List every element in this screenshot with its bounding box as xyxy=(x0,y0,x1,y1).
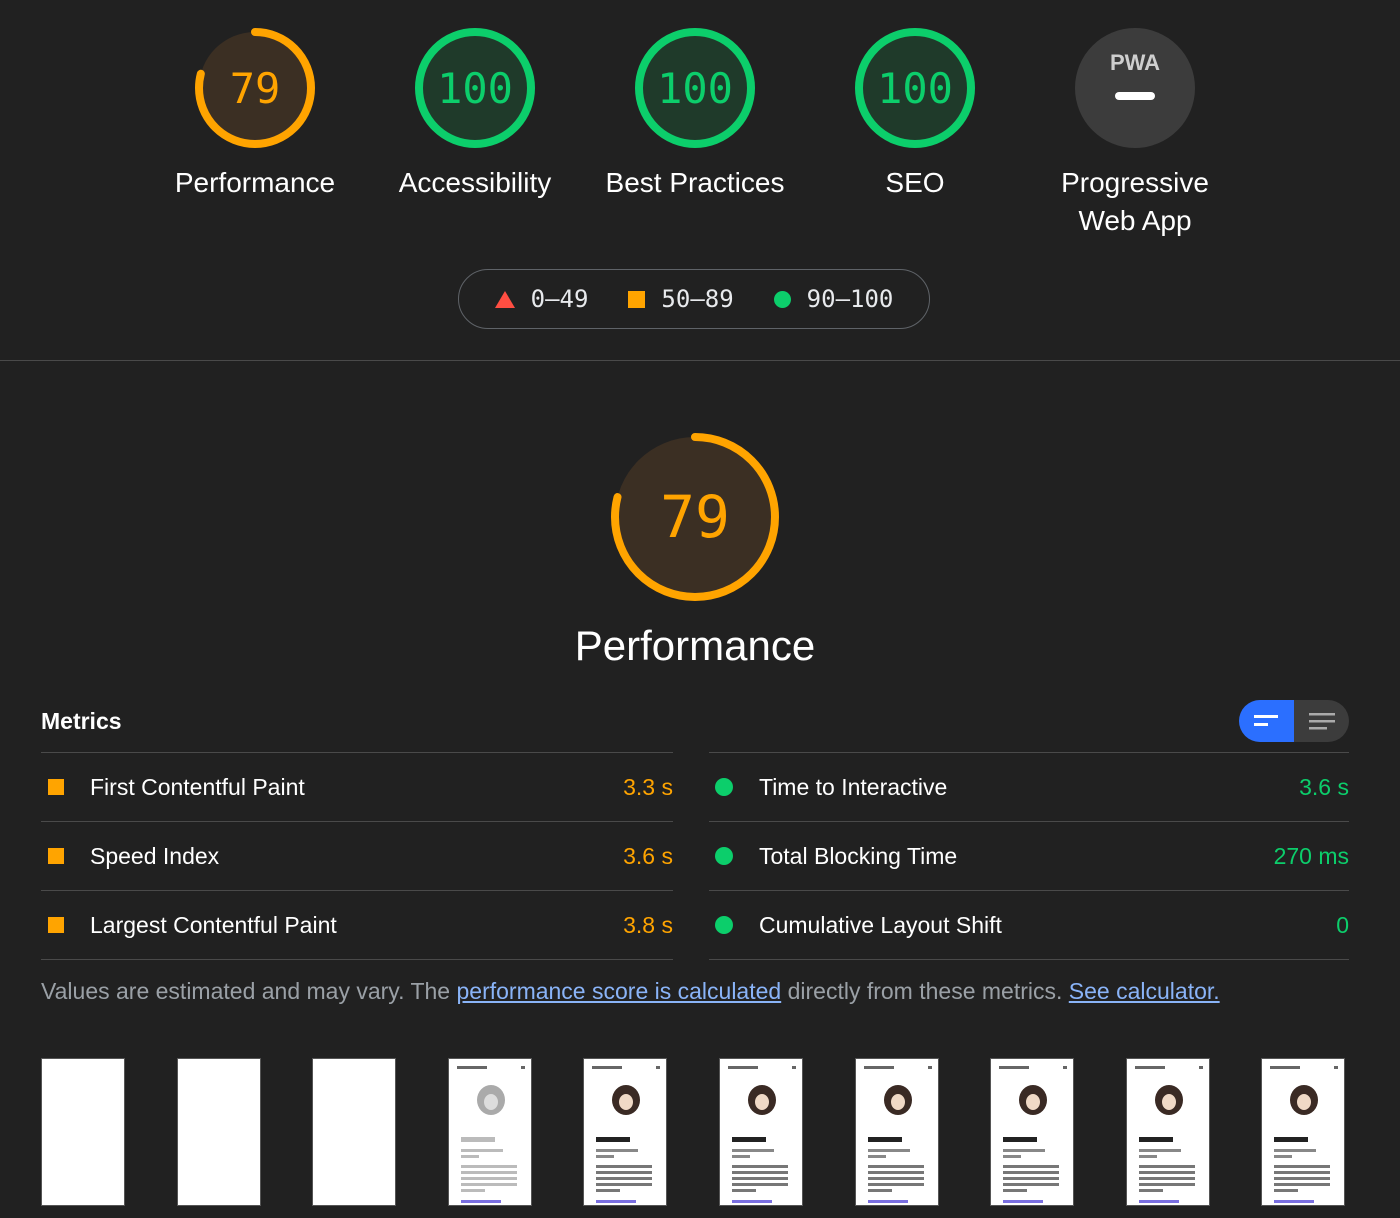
metric-name: Cumulative Layout Shift xyxy=(759,911,1002,938)
metric-name: Largest Contentful Paint xyxy=(90,911,337,938)
gauge-performance-label: Performance xyxy=(174,167,336,198)
metric-value: 3.8 s xyxy=(623,911,673,938)
metric-name: Time to Interactive xyxy=(759,773,948,800)
gauge-seo-label: SEO xyxy=(885,167,945,198)
expanded-view-button[interactable] xyxy=(1294,700,1349,742)
metric-value: 3.6 s xyxy=(1299,773,1349,800)
gauge-best-practices-label: Best Practices xyxy=(605,167,785,198)
svg-text:PWA: PWA xyxy=(1110,50,1160,75)
metrics-header: Metrics xyxy=(41,708,122,734)
gauge-seo[interactable]: 100 SEO xyxy=(795,26,1035,202)
metric-cumulative-layout-shift: Cumulative Layout Shift 0 xyxy=(709,890,1349,960)
average-square-icon xyxy=(48,779,64,795)
legend-pass-range: 90–100 xyxy=(806,285,894,313)
gauge-accessibility-label: Accessibility xyxy=(398,167,552,198)
avatar xyxy=(612,1085,640,1115)
legend-fail: 0–49 xyxy=(494,285,589,313)
average-square-icon xyxy=(48,917,64,933)
gauge-accessibility-score: 100 xyxy=(437,63,513,113)
performance-score: 79 xyxy=(660,483,730,551)
metric-time-to-interactive: Time to Interactive 3.6 s xyxy=(709,752,1349,821)
metric-total-blocking-time: Total Blocking Time 270 ms xyxy=(709,821,1349,890)
gauge-seo-score: 100 xyxy=(877,63,953,113)
avatar xyxy=(1019,1085,1047,1115)
pass-circle-icon xyxy=(715,778,733,796)
pwa-badge-icon: PWA xyxy=(1075,28,1195,148)
metric-speed-index: Speed Index 3.6 s xyxy=(41,821,673,890)
gauge-performance[interactable]: 79 Performance xyxy=(135,26,375,202)
metrics-view-toggle[interactable] xyxy=(1239,700,1349,742)
gauge-pwa[interactable]: PWA Progressive Web App xyxy=(1015,26,1255,240)
gauge-best-practices[interactable]: 100 Best Practices xyxy=(575,26,815,202)
metrics-note: Values are estimated and may vary. The p… xyxy=(41,978,1220,1005)
filmstrip-frame xyxy=(583,1058,667,1206)
avatar xyxy=(1155,1085,1183,1115)
performance-gauge: 79 xyxy=(600,430,790,620)
pass-circle-icon xyxy=(715,847,733,865)
compact-view-button[interactable] xyxy=(1239,700,1294,742)
filmstrip-frame xyxy=(990,1058,1074,1206)
filmstrip-frame xyxy=(855,1058,939,1206)
section-divider xyxy=(0,360,1400,361)
score-legend: 0–49 50–89 90–100 xyxy=(458,269,930,329)
filmstrip-frame xyxy=(1261,1058,1345,1206)
filmstrip-frame xyxy=(41,1058,125,1206)
circle-icon xyxy=(773,290,791,308)
filmstrip-frame xyxy=(719,1058,803,1206)
metric-first-contentful-paint: First Contentful Paint 3.3 s xyxy=(41,752,673,821)
gauge-pwa-label: Progressive Web App xyxy=(1015,164,1255,240)
legend-average-range: 50–89 xyxy=(661,285,734,313)
legend-fail-range: 0–49 xyxy=(530,285,589,313)
see-calculator-link[interactable]: See calculator. xyxy=(1069,978,1220,1004)
avatar xyxy=(1290,1085,1318,1115)
legend-pass: 90–100 xyxy=(773,285,894,313)
avatar xyxy=(884,1085,912,1115)
filmstrip-frame xyxy=(1126,1058,1210,1206)
compact-list-icon xyxy=(1253,715,1278,726)
metric-name: Speed Index xyxy=(90,842,220,869)
metric-name: First Contentful Paint xyxy=(90,773,305,800)
metric-value: 0 xyxy=(1336,911,1349,938)
note-middle: directly from these metrics. xyxy=(781,978,1069,1004)
filmstrip xyxy=(41,1058,1351,1218)
category-gauges: 79 Performance 100 Accessibility 100 Bes… xyxy=(0,0,1400,360)
square-icon xyxy=(628,290,646,308)
gauge-best-practices-score: 100 xyxy=(657,63,733,113)
gauge-pwa-label-line1: Progressive xyxy=(1061,167,1209,198)
legend-average: 50–89 xyxy=(628,285,734,313)
metrics-left-column: First Contentful Paint 3.3 s Speed Index… xyxy=(41,752,673,960)
metric-value: 3.6 s xyxy=(623,842,673,869)
expanded-list-icon xyxy=(1308,713,1335,730)
gauge-performance-score: 79 xyxy=(229,63,281,113)
gauge-pwa-label-line2: Web App xyxy=(1078,205,1192,236)
metric-value: 3.3 s xyxy=(623,773,673,800)
performance-title: Performance xyxy=(574,622,816,669)
filmstrip-frame xyxy=(177,1058,261,1206)
average-square-icon xyxy=(48,848,64,864)
triangle-icon xyxy=(494,290,515,308)
note-prefix: Values are estimated and may vary. The xyxy=(41,978,457,1004)
gauge-accessibility[interactable]: 100 Accessibility xyxy=(355,26,595,202)
avatar xyxy=(477,1085,505,1115)
metric-value: 270 ms xyxy=(1273,842,1349,869)
metric-name: Total Blocking Time xyxy=(759,842,958,869)
performance-score-link[interactable]: performance score is calculated xyxy=(456,978,781,1004)
metric-largest-contentful-paint: Largest Contentful Paint 3.8 s xyxy=(41,890,673,960)
metrics-right-column: Time to Interactive 3.6 s Total Blocking… xyxy=(709,752,1349,960)
avatar xyxy=(748,1085,776,1115)
filmstrip-frame xyxy=(312,1058,396,1206)
pass-circle-icon xyxy=(715,916,733,934)
filmstrip-frame xyxy=(448,1058,532,1206)
